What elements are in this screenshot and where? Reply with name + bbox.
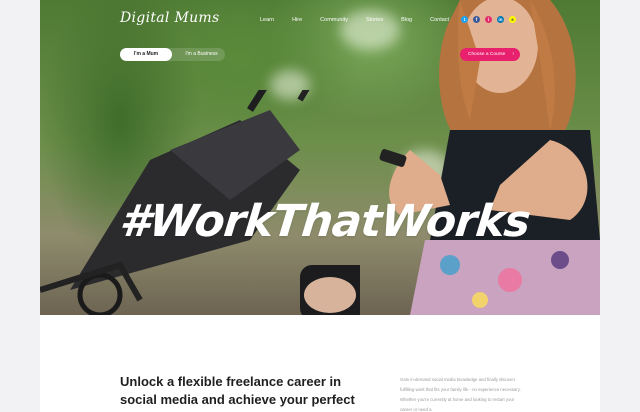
twitter-icon[interactable]: t [461, 16, 468, 23]
toggle-option-business[interactable]: I'm a Business [178, 48, 225, 61]
nav-link-stories[interactable]: Stories [366, 17, 383, 23]
hero-section: Digital Mums Learn Hire Community Storie… [40, 0, 600, 315]
nav-link-learn[interactable]: Learn [260, 17, 274, 23]
toggle-option-mum[interactable]: I'm a Mum [120, 48, 172, 61]
chevron-right-icon: › [512, 51, 514, 57]
social-links: t f i in s [461, 16, 516, 23]
linkedin-icon[interactable]: in [497, 16, 504, 23]
nav-link-contact[interactable]: Contact [430, 17, 449, 23]
snapchat-icon[interactable]: s [509, 16, 516, 23]
nav-link-community[interactable]: Community [320, 17, 348, 23]
intro-section: Unlock a flexible freelance career in so… [40, 315, 600, 412]
audience-toggle: I'm a Mum I'm a Business [120, 48, 225, 61]
intro-headline: Unlock a flexible freelance career in so… [120, 374, 355, 412]
intro-body: Gain in-demand social media knowledge an… [400, 377, 521, 412]
nav-link-hire[interactable]: Hire [292, 17, 302, 23]
nav-links: Learn Hire Community Stories Blog Contac… [260, 17, 467, 23]
instagram-icon[interactable]: i [485, 16, 492, 23]
top-nav: Digital Mums Learn Hire Community Storie… [40, 0, 600, 40]
nav-link-blog[interactable]: Blog [401, 17, 412, 23]
facebook-icon[interactable]: f [473, 16, 480, 23]
logo[interactable]: Digital Mums [120, 10, 219, 26]
choose-course-button[interactable]: Choose a Course › [460, 48, 520, 61]
choose-course-label: Choose a Course [468, 52, 506, 57]
hero-tagline: #WorkThatWorks [117, 196, 533, 247]
page: Digital Mums Learn Hire Community Storie… [40, 0, 600, 412]
